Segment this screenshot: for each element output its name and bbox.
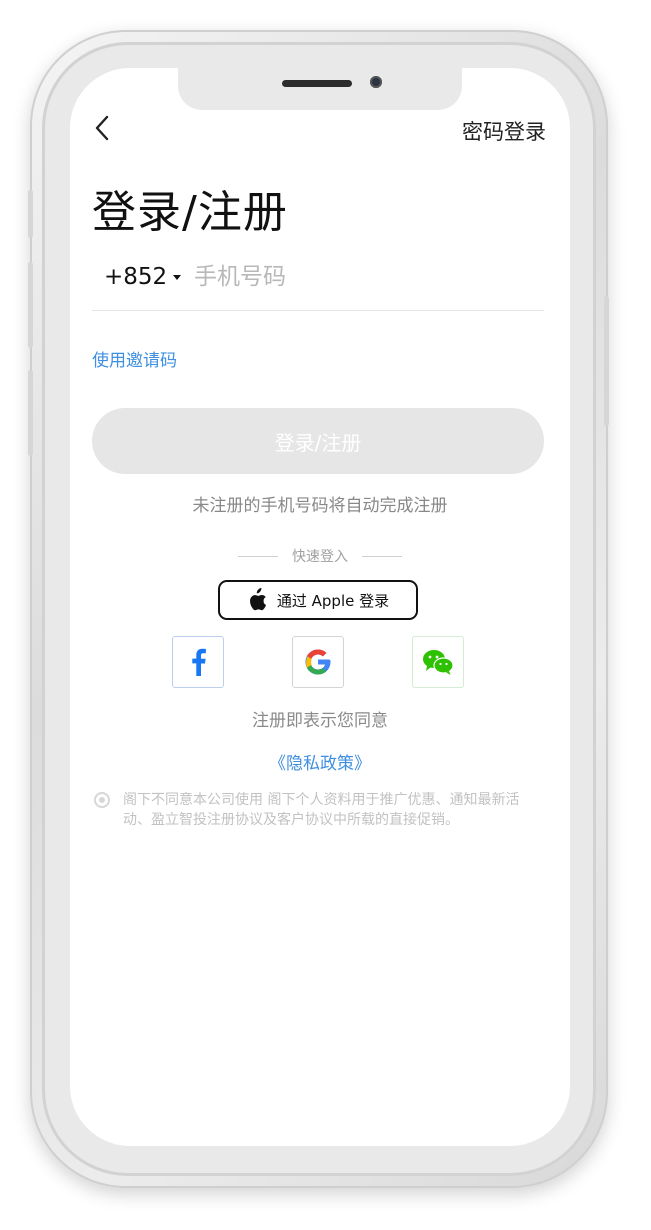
quick-login-label: 快速登入 [292,549,348,565]
app-screen: 密码登录 登录/注册 +852 使用邀请码 登录/注册 未注册的手机号码将自动完… [70,68,570,1146]
consent-radio[interactable] [94,792,110,808]
chevron-left-icon [95,115,109,141]
apple-icon [249,588,266,611]
speaker-grille [282,80,352,87]
back-button[interactable] [92,114,112,142]
power-button [604,296,609,426]
facebook-login-button[interactable] [172,636,224,688]
phone-number-input[interactable] [192,258,536,296]
facebook-icon [192,648,206,676]
auto-register-hint: 未注册的手机号码将自动完成注册 [192,496,448,516]
divider-line-right [362,555,402,557]
divider-line-left [238,555,278,557]
privacy-policy-link[interactable]: 《隐私政策》 [70,749,570,774]
invite-code-link[interactable]: 使用邀请码 [92,346,177,371]
country-code-select[interactable]: +852 [104,264,182,290]
google-login-button[interactable] [292,636,344,688]
input-underline [92,310,544,311]
password-login-link[interactable]: 密码登录 [462,116,546,146]
caret-down-icon [173,274,182,280]
country-code-value: +852 [104,264,168,290]
quick-login-divider: 快速登入 [70,546,570,566]
mute-switch [28,190,33,238]
page-title: 登录/注册 [92,187,288,238]
login-register-button[interactable]: 登录/注册 [92,408,544,474]
google-icon [305,649,331,675]
consent-text: 阁下不同意本公司使用 阁下个人资料用于推广优惠、通知最新活动、盈立智投注册协议及… [123,792,520,828]
front-camera [370,76,382,88]
volume-up-button [28,262,33,348]
apple-login-button[interactable]: 通过 Apple 登录 [218,580,418,620]
wechat-login-button[interactable] [412,636,464,688]
volume-down-button [28,370,33,456]
agreement-text: 注册即表示您同意 [252,711,388,731]
wechat-icon [423,650,454,675]
apple-login-label: 通过 Apple 登录 [276,591,390,610]
notch [178,68,462,110]
